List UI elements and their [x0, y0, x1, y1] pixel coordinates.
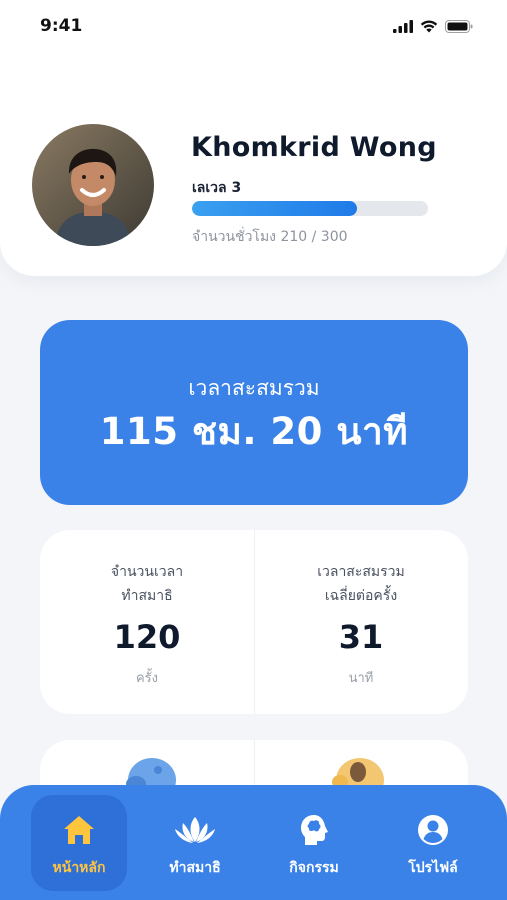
avatar[interactable] [32, 124, 154, 246]
level-progress-fill [192, 201, 358, 216]
nav-item-home[interactable]: หน้าหลัก [31, 795, 127, 891]
nav-label: โปรไฟล์ [408, 860, 458, 876]
total-time-value: 115 ชม. 20 นาที [99, 410, 409, 453]
profile-name: Khomkrid Wong [191, 132, 437, 163]
stat-session-count: จำนวนเวลา ทำสมาธิ 120 ครั้ง [40, 530, 254, 714]
hours-progress-text: จำนวนชั่วโมง 210 / 300 [192, 229, 348, 245]
signal-icon [393, 18, 413, 37]
nav-label: ทำสมาธิ [169, 860, 221, 876]
nav-item-activities[interactable]: กิจกรรม [266, 795, 362, 891]
battery-icon [445, 18, 473, 37]
nav-label: กิจกรรม [289, 860, 339, 876]
home-icon [31, 813, 127, 847]
total-time-card[interactable]: เวลาสะสมรวม 115 ชม. 20 นาที [40, 320, 468, 505]
user-icon [385, 813, 481, 847]
nav-item-meditate[interactable]: ทำสมาธิ [147, 795, 243, 891]
stat-value: 120 [113, 618, 181, 656]
wifi-icon [420, 18, 438, 37]
stat-label: เวลาสะสมรวม เฉลี่ยต่อครั้ง [317, 564, 405, 604]
total-time-label: เวลาสะสมรวม [188, 376, 320, 400]
stat-average-time: เวลาสะสมรวม เฉลี่ยต่อครั้ง 31 นาที [254, 530, 468, 714]
stats-card: จำนวนเวลา ทำสมาธิ 120 ครั้ง เวลาสะสมรวม … [40, 530, 468, 714]
level-progress-bar [192, 201, 428, 216]
lotus-icon [147, 813, 243, 847]
brain-head-icon [266, 813, 362, 847]
status-bar: 9:41 [0, 0, 507, 56]
status-time: 9:41 [40, 16, 83, 36]
stat-value: 31 [338, 618, 384, 656]
stat-label: จำนวนเวลา ทำสมาธิ [110, 564, 184, 604]
bottom-navigation: หน้าหลัก ทำสมาธิ กิจกรรม โปรไฟล์ [0, 785, 507, 900]
status-icons [393, 18, 473, 37]
level-label: เลเวล 3 [192, 180, 242, 196]
nav-label: หน้าหลัก [52, 860, 106, 876]
stat-unit: ครั้ง [135, 671, 159, 686]
stat-unit: นาที [348, 671, 374, 686]
nav-item-profile[interactable]: โปรไฟล์ [385, 795, 481, 891]
